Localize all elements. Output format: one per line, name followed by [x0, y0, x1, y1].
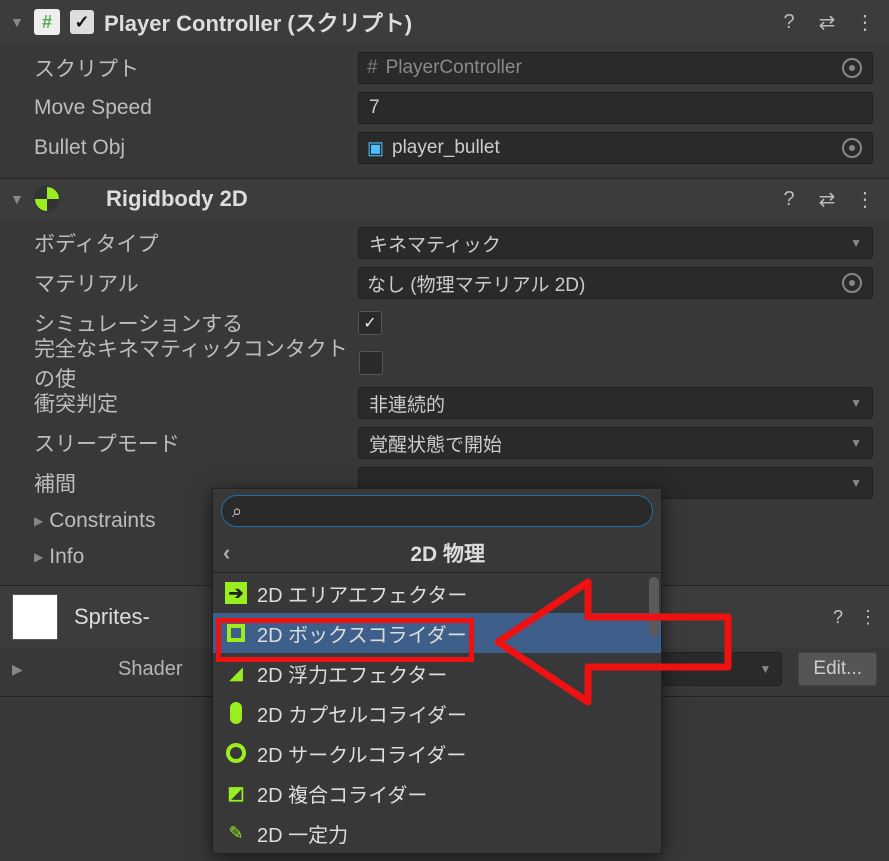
force-icon: ✎	[225, 822, 247, 844]
bullet-obj-field[interactable]: ▣ player_bullet	[358, 132, 873, 164]
composite-icon: ◩	[225, 782, 247, 804]
kebab-icon[interactable]: ⋮	[851, 185, 879, 213]
row-script: スクリプト # PlayerController	[28, 48, 883, 88]
circle-icon	[225, 742, 247, 764]
foldout-icon[interactable]: ▼	[10, 14, 24, 30]
foldout-icon[interactable]: ▶	[12, 661, 26, 678]
row-bullet-obj: Bullet Obj ▣ player_bullet	[28, 128, 883, 168]
collision-select[interactable]: 非連続的▼	[358, 387, 873, 419]
help-icon[interactable]: ?	[775, 8, 803, 36]
rigidbody-icon	[34, 186, 60, 212]
material-field[interactable]: なし (物理マテリアル 2D)	[358, 267, 873, 299]
back-icon[interactable]: ‹	[223, 540, 230, 566]
move-speed-input[interactable]: 7	[358, 92, 873, 124]
label-collision: 衝突判定	[28, 388, 358, 418]
body-type-select[interactable]: キネマティック▼	[358, 227, 873, 259]
arrow-icon: ➔	[225, 582, 247, 604]
triangle-right-icon: ▶	[34, 514, 43, 528]
component-header[interactable]: ▼ Rigidbody 2D ? ⇄ ⋮	[0, 179, 889, 219]
prefab-icon: ▣	[367, 138, 384, 159]
label-shader: Shader	[118, 658, 196, 681]
script-field[interactable]: # PlayerController	[358, 52, 873, 84]
enable-checkbox[interactable]: ✓	[70, 10, 94, 34]
label-full-kinematic: 完全なキネマティックコンタクトの使	[28, 333, 359, 393]
popup-item-composite-collider[interactable]: ◩ 2D 複合コライダー	[213, 773, 661, 813]
preset-icon[interactable]: ⇄	[813, 185, 841, 213]
row-move-speed: Move Speed 7	[28, 88, 883, 128]
script-icon: #	[34, 9, 60, 35]
kebab-icon[interactable]: ⋮	[851, 8, 879, 36]
capsule-icon	[225, 702, 247, 724]
object-picker-icon[interactable]	[842, 58, 862, 78]
popup-search-input[interactable]	[248, 501, 642, 521]
chevron-down-icon: ▼	[850, 436, 862, 450]
chevron-down-icon: ▼	[850, 396, 862, 410]
foldout-icon[interactable]: ▼	[10, 191, 24, 207]
label-bullet-obj: Bullet Obj	[28, 136, 358, 160]
label-move-speed: Move Speed	[28, 96, 358, 120]
label-body-type: ボディタイプ	[28, 228, 358, 258]
box-icon	[225, 622, 247, 644]
popup-search[interactable]: ⌕	[221, 495, 653, 527]
full-kinematic-checkbox[interactable]	[359, 351, 383, 375]
triangle-right-icon: ▶	[34, 550, 43, 564]
preset-icon[interactable]: ⇄	[813, 8, 841, 36]
material-thumbnail	[12, 594, 58, 640]
popup-item-circle-collider[interactable]: 2D サークルコライダー	[213, 733, 661, 773]
object-picker-icon[interactable]	[842, 273, 862, 293]
script-value: PlayerController	[386, 57, 522, 79]
simulated-checkbox[interactable]: ✓	[358, 311, 382, 335]
help-icon[interactable]: ?	[833, 607, 843, 628]
label-material: マテリアル	[28, 268, 358, 298]
label-script: スクリプト	[28, 53, 358, 83]
help-icon[interactable]: ?	[775, 185, 803, 213]
object-picker-icon[interactable]	[842, 138, 862, 158]
bullet-obj-value: player_bullet	[392, 137, 500, 159]
kebab-icon[interactable]: ⋮	[859, 607, 877, 628]
annotation-arrow	[478, 562, 758, 722]
search-icon: ⌕	[232, 501, 242, 522]
component-title: Player Controller (スクリプト)	[104, 6, 765, 38]
chevron-down-icon: ▼	[850, 476, 862, 490]
hash-icon: #	[367, 57, 378, 79]
sleep-select[interactable]: 覚醒状態で開始▼	[358, 427, 873, 459]
component-title: Rigidbody 2D	[70, 186, 765, 212]
chevron-down-icon: ▼	[850, 236, 862, 250]
buoy-icon: ◢	[225, 662, 247, 684]
label-sleep: スリープモード	[28, 428, 358, 458]
edit-button[interactable]: Edit...	[798, 652, 877, 686]
component-player-controller: ▼ # ✓ Player Controller (スクリプト) ? ⇄ ⋮ スク…	[0, 0, 889, 179]
component-header[interactable]: ▼ # ✓ Player Controller (スクリプト) ? ⇄ ⋮	[0, 0, 889, 44]
chevron-down-icon: ▼	[760, 662, 772, 676]
popup-item-constant-force[interactable]: ✎ 2D 一定力	[213, 813, 661, 853]
